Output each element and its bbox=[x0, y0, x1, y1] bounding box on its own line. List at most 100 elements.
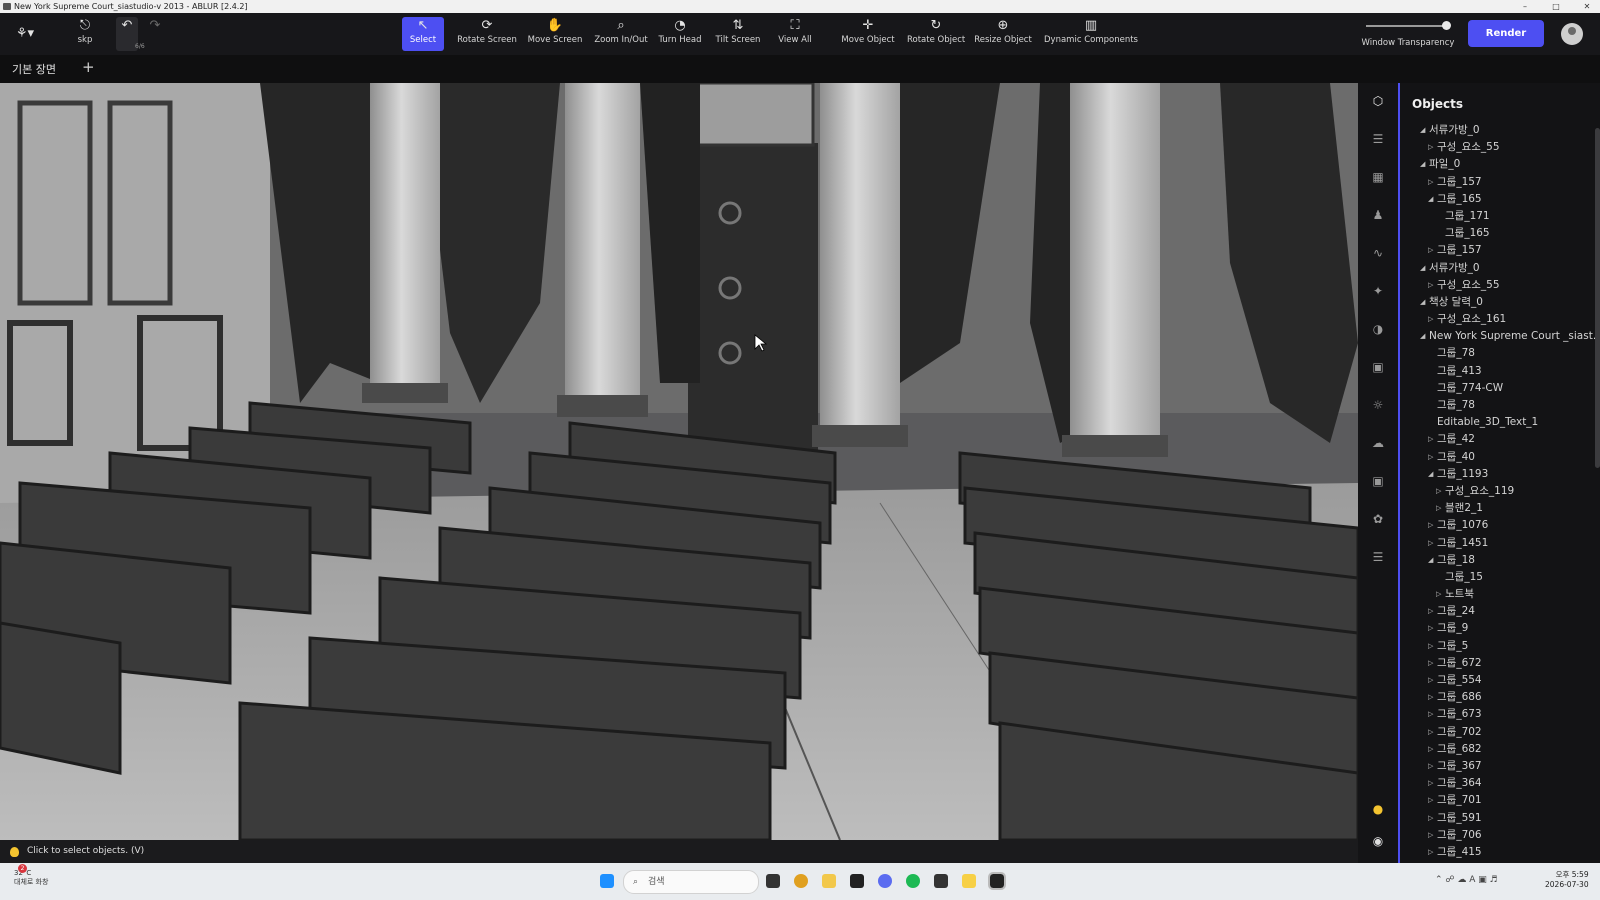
tree-item[interactable]: 그룹_413 bbox=[1400, 363, 1600, 380]
collapsed-arrow-icon[interactable]: ▷ bbox=[1428, 620, 1433, 637]
sun-icon[interactable]: ☼ bbox=[1370, 397, 1386, 413]
tree-item[interactable]: ▷ 그룹_706 bbox=[1400, 827, 1600, 844]
tool-zoom-in-out-button[interactable]: ⌕ Zoom In/Out bbox=[590, 17, 652, 51]
tree-item[interactable]: ▷ 그룹_415 bbox=[1400, 844, 1600, 861]
sphere-icon[interactable]: ◑ bbox=[1370, 321, 1386, 337]
collapsed-arrow-icon[interactable]: ▷ bbox=[1428, 174, 1433, 191]
logo-menu-button[interactable]: ⚘▾ bbox=[8, 17, 42, 51]
tool-view-all-button[interactable]: ⛶ View All bbox=[770, 17, 820, 51]
chat-icon[interactable]: ◉ bbox=[1370, 833, 1386, 849]
messenger-icon[interactable] bbox=[878, 874, 892, 888]
tool-select-button[interactable]: ↖ Select bbox=[402, 17, 444, 51]
camera-icon[interactable]: ▣ bbox=[1370, 473, 1386, 489]
collapsed-arrow-icon[interactable]: ▷ bbox=[1428, 672, 1433, 689]
tool-resize-object-button[interactable]: ⊕ Resize Object bbox=[973, 17, 1033, 51]
collapsed-arrow-icon[interactable]: ▷ bbox=[1428, 242, 1433, 259]
tree-item[interactable]: ▷ 블랜2_1 bbox=[1400, 500, 1600, 517]
people-icon[interactable]: ♟ bbox=[1370, 207, 1386, 223]
tree-item[interactable]: ▷ 그룹_364 bbox=[1400, 775, 1600, 792]
tree-item[interactable]: ▷ 그룹_157 bbox=[1400, 174, 1600, 191]
user-avatar[interactable] bbox=[1561, 23, 1583, 45]
collapsed-arrow-icon[interactable]: ▷ bbox=[1428, 741, 1433, 758]
tree-item[interactable]: ▷ 그룹_672 bbox=[1400, 655, 1600, 672]
materials-icon[interactable]: ▦ bbox=[1370, 169, 1386, 185]
scene-tab-default[interactable]: 기본 장면 bbox=[12, 61, 56, 77]
tree-item[interactable]: 그룹_78 bbox=[1400, 397, 1600, 414]
tree-item[interactable]: ▷ 그룹_367 bbox=[1400, 758, 1600, 775]
tree-item[interactable]: ▷ 그룹_686 bbox=[1400, 689, 1600, 706]
expanded-arrow-icon[interactable]: ◢ bbox=[1428, 466, 1433, 483]
media-app-icon[interactable] bbox=[934, 874, 948, 888]
collapsed-arrow-icon[interactable]: ▷ bbox=[1428, 724, 1433, 741]
tree-item[interactable]: ▷ 그룹_5 bbox=[1400, 638, 1600, 655]
kakaotalk-icon[interactable] bbox=[962, 874, 976, 888]
render-button[interactable]: Render bbox=[1468, 20, 1544, 47]
collapsed-arrow-icon[interactable]: ▷ bbox=[1428, 844, 1433, 861]
tree-item[interactable]: ▷ 그룹_40 bbox=[1400, 449, 1600, 466]
collapsed-arrow-icon[interactable]: ▷ bbox=[1428, 655, 1433, 672]
expanded-arrow-icon[interactable]: ◢ bbox=[1420, 294, 1425, 311]
tree-item[interactable]: ▷ 그룹_701 bbox=[1400, 792, 1600, 809]
weather-icon[interactable]: ☁ bbox=[1370, 435, 1386, 451]
tool-rotate-screen-button[interactable]: ⟳ Rotate Screen bbox=[455, 17, 519, 51]
3d-viewport[interactable] bbox=[0, 83, 1358, 840]
minimize-button[interactable]: – bbox=[1514, 0, 1536, 13]
tree-item[interactable]: 그룹_15 bbox=[1400, 569, 1600, 586]
collapsed-arrow-icon[interactable]: ▷ bbox=[1428, 706, 1433, 723]
add-scene-button[interactable]: + bbox=[82, 58, 95, 76]
collapsed-arrow-icon[interactable]: ▷ bbox=[1428, 139, 1433, 156]
collapsed-arrow-icon[interactable]: ▷ bbox=[1428, 827, 1433, 844]
expanded-arrow-icon[interactable]: ◢ bbox=[1428, 552, 1433, 569]
tree-item[interactable]: ◢ 그룹_165 bbox=[1400, 191, 1600, 208]
tree-item[interactable]: 그룹_171 bbox=[1400, 208, 1600, 225]
task-view-icon[interactable] bbox=[766, 874, 780, 888]
collapsed-arrow-icon[interactable]: ▷ bbox=[1428, 689, 1433, 706]
tree-item[interactable]: ▷ 그룹_157 bbox=[1400, 242, 1600, 259]
transparency-knob[interactable] bbox=[1441, 21, 1451, 30]
tree-item[interactable]: ▷ 그룹_682 bbox=[1400, 741, 1600, 758]
tree-item[interactable]: ◢ 파일_0 bbox=[1400, 156, 1600, 173]
collapsed-arrow-icon[interactable]: ▷ bbox=[1428, 311, 1433, 328]
tree-item[interactable]: ◢ New York Supreme Court _siast... bbox=[1400, 328, 1600, 345]
clock[interactable]: 오후 5:59 2026-07-30 bbox=[1545, 870, 1589, 890]
tree-item[interactable]: ▷ 그룹_24 bbox=[1400, 603, 1600, 620]
tree-item[interactable]: ▷ 구성_요소_119 bbox=[1400, 483, 1600, 500]
tree-item[interactable]: 그룹_165 bbox=[1400, 225, 1600, 242]
tree-item[interactable]: ▷ 그룹_554 bbox=[1400, 672, 1600, 689]
tool-move-object-button[interactable]: ✛ Move Object bbox=[839, 17, 897, 51]
tree-item[interactable]: ▷ 노트북 bbox=[1400, 586, 1600, 603]
taskbar-search[interactable]: ⌕ 검색 bbox=[623, 870, 759, 894]
tree-item[interactable]: ◢ 책상 달력_0 bbox=[1400, 294, 1600, 311]
expanded-arrow-icon[interactable]: ◢ bbox=[1420, 328, 1425, 345]
file-skp-button[interactable]: ⎋ skp bbox=[70, 17, 100, 51]
tree-item[interactable]: ◢ 서류가방_0 bbox=[1400, 122, 1600, 139]
collapsed-arrow-icon[interactable]: ▷ bbox=[1428, 449, 1433, 466]
collapsed-arrow-icon[interactable]: ▷ bbox=[1428, 517, 1433, 534]
panel-scrollbar[interactable] bbox=[1595, 128, 1600, 468]
close-button[interactable]: ✕ bbox=[1576, 0, 1598, 13]
spotify-icon[interactable] bbox=[906, 874, 920, 888]
tree-item[interactable]: 그룹_78 bbox=[1400, 345, 1600, 362]
tool-tilt-screen-button[interactable]: ⇅ Tilt Screen bbox=[711, 17, 765, 51]
ablur-app-icon[interactable] bbox=[988, 872, 1006, 890]
capture-app-icon[interactable] bbox=[850, 874, 864, 888]
collapsed-arrow-icon[interactable]: ▷ bbox=[1436, 500, 1441, 517]
expanded-arrow-icon[interactable]: ◢ bbox=[1428, 191, 1433, 208]
expanded-arrow-icon[interactable]: ◢ bbox=[1420, 156, 1425, 173]
tool-move-screen-button[interactable]: ✋ Move Screen bbox=[527, 17, 583, 51]
path-icon[interactable]: ∿ bbox=[1370, 245, 1386, 261]
settings-sliders-icon[interactable]: ☰ bbox=[1370, 549, 1386, 565]
tree-item[interactable]: ▷ 구성_요소_161 bbox=[1400, 311, 1600, 328]
system-tray-icons[interactable]: ⌃ ☍ ☁ A ▣ ♬ bbox=[1435, 875, 1498, 885]
tree-item[interactable]: ◢ 그룹_1193 bbox=[1400, 466, 1600, 483]
tree-item[interactable]: 그룹_774-CW bbox=[1400, 380, 1600, 397]
collapsed-arrow-icon[interactable]: ▷ bbox=[1436, 483, 1441, 500]
collapsed-arrow-icon[interactable]: ▷ bbox=[1428, 535, 1433, 552]
tree-item[interactable]: ▷ 그룹_1451 bbox=[1400, 535, 1600, 552]
chrome-icon[interactable] bbox=[794, 874, 808, 888]
tree-item[interactable]: ▷ 구성_요소_55 bbox=[1400, 277, 1600, 294]
tree-item[interactable]: ▷ 그룹_1076 bbox=[1400, 517, 1600, 534]
collapsed-arrow-icon[interactable]: ▷ bbox=[1428, 792, 1433, 809]
tree-item[interactable]: ▷ 그룹_591 bbox=[1400, 810, 1600, 827]
collapsed-arrow-icon[interactable]: ▷ bbox=[1428, 775, 1433, 792]
